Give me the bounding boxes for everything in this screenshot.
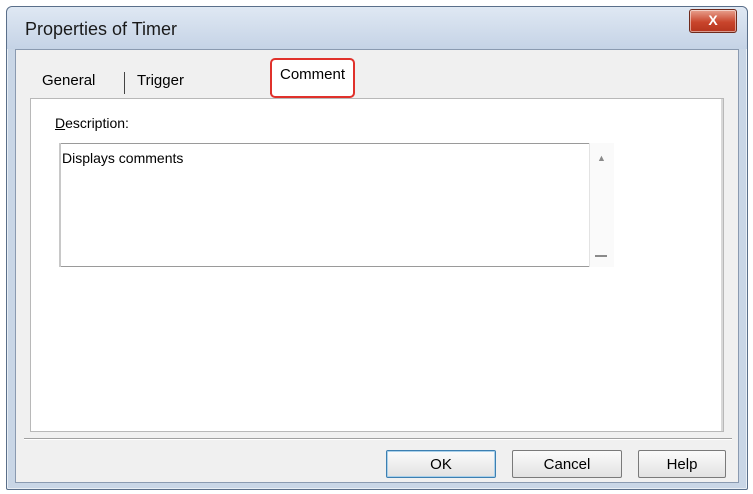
window-title: Properties of Timer — [25, 19, 178, 39]
tab-separator — [124, 72, 125, 94]
description-label-text: escription: — [65, 115, 129, 131]
description-accelerator: D — [55, 115, 66, 131]
tab-general[interactable]: General — [42, 64, 95, 94]
textarea-inner-shadow — [59, 143, 61, 267]
comment-panel: Description: Displays comments ▲ — [30, 98, 724, 432]
title-bar[interactable]: Properties of Timer X — [7, 7, 747, 49]
chevron-down-icon[interactable] — [595, 255, 607, 257]
properties-dialog: Properties of Timer X General Trigger Co… — [6, 6, 748, 490]
button-divider — [24, 438, 732, 440]
description-textarea[interactable]: Displays comments — [59, 143, 589, 267]
dialog-client-area: General Trigger Condition Comment Descri… — [15, 49, 739, 483]
help-button[interactable]: Help — [638, 450, 726, 478]
description-scrollbar[interactable]: ▲ — [589, 143, 614, 267]
chevron-up-icon[interactable]: ▲ — [597, 153, 606, 163]
close-button[interactable]: X — [689, 9, 737, 33]
tab-trigger-condition[interactable]: Trigger Condition — [137, 64, 200, 123]
panel-edge — [721, 99, 723, 431]
description-label: Description: — [55, 115, 129, 131]
tab-comment[interactable]: Comment — [270, 58, 356, 98]
cancel-button[interactable]: Cancel — [512, 450, 622, 478]
ok-button[interactable]: OK — [386, 450, 496, 478]
close-icon: X — [708, 12, 718, 28]
